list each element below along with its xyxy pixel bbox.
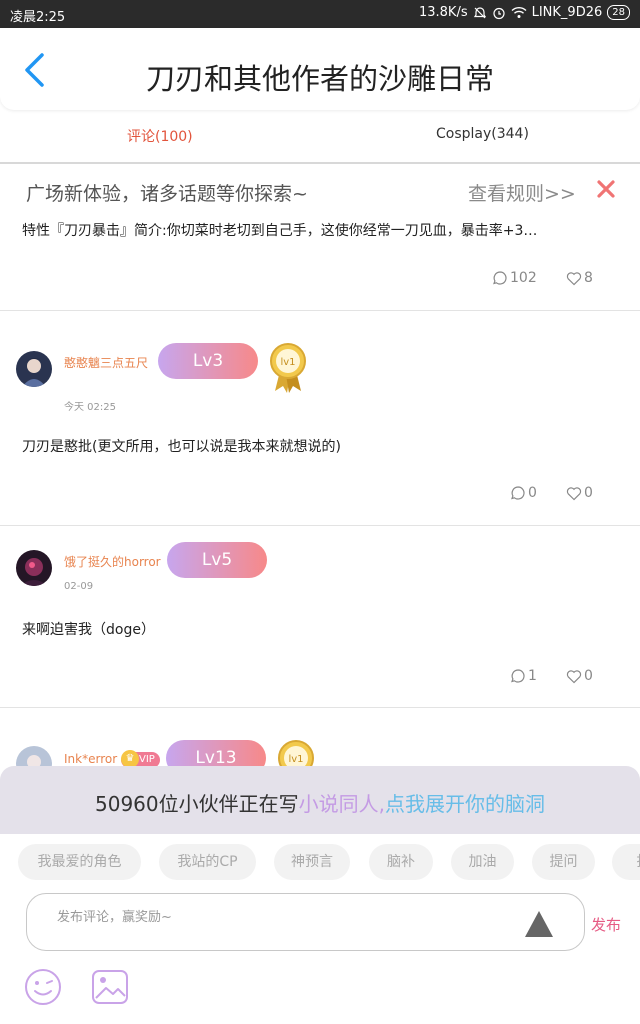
- medal-icon: lv1: [270, 343, 306, 393]
- announcement-title: 广场新体验，诸多话题等你探索~: [26, 183, 308, 205]
- announcement-text: 特性『刀刃暴击』简介:你切菜时老切到自己手，这使你经常一刀见血，暴击率+3…: [22, 223, 538, 239]
- alarm-icon: [493, 7, 505, 19]
- post-item[interactable]: 憨憨魑三点五尺 Lv3 lv1 今天 02:25 刀刃是憨批(更文所用，也可以说…: [0, 311, 640, 526]
- level-badge: Lv3: [158, 343, 258, 379]
- comment-panel: 我最爱的角色 我站的CP 神预言 脑补 加油 提问 投 发布评论，赢奖励~ 发布: [0, 834, 640, 1024]
- like-count-value: 0: [584, 485, 593, 501]
- post-text: 刀刃是憨批(更文所用，也可以说是我本来就想说的): [22, 439, 341, 455]
- avatar[interactable]: [16, 351, 52, 387]
- status-icons: 13.8K/s LINK_9D26 28: [419, 5, 630, 20]
- comment-icon: [511, 486, 525, 500]
- tab-cosplay[interactable]: Cosplay(344): [436, 126, 529, 142]
- like-count-value: 8: [584, 270, 593, 286]
- network-speed: 13.8K/s: [418, 5, 468, 20]
- topic-chip[interactable]: 我站的CP: [159, 844, 256, 880]
- comment-input[interactable]: 发布评论，赢奖励~: [26, 893, 585, 951]
- topic-chip[interactable]: 加油: [451, 844, 514, 880]
- status-time: 凌晨2:25: [10, 10, 66, 25]
- username[interactable]: 憨憨魑三点五尺: [64, 354, 148, 371]
- comment-placeholder: 发布评论，赢奖励~: [57, 910, 172, 925]
- post-text: 来啊迫害我（doge）: [22, 622, 155, 638]
- triangle-icon[interactable]: [524, 910, 554, 938]
- avatar[interactable]: [16, 550, 52, 586]
- promo-highlight: 小说同人,: [298, 792, 385, 816]
- topic-chip[interactable]: 投: [612, 844, 640, 880]
- like-count[interactable]: 0: [566, 668, 593, 684]
- battery-indicator: 28: [607, 5, 630, 20]
- tab-bar: 评论(100) Cosplay(344): [0, 112, 640, 162]
- comment-count[interactable]: 1: [510, 668, 537, 684]
- topic-chip[interactable]: 脑补: [369, 844, 433, 880]
- comment-count-value: 0: [528, 485, 537, 501]
- post-item[interactable]: Ink*error ♛ VIP Lv13 lv1: [0, 708, 640, 782]
- like-count[interactable]: 8: [566, 270, 593, 286]
- emoji-icon[interactable]: [24, 968, 62, 1006]
- image-icon[interactable]: [91, 968, 129, 1006]
- vip-label: VIP: [139, 754, 155, 765]
- comment-count-value: 1: [528, 668, 537, 684]
- status-bar: 凌晨2:25 13.8K/s LINK_9D26 28: [0, 0, 640, 28]
- username[interactable]: Ink*error: [64, 752, 117, 766]
- wifi-name: LINK_9D26: [531, 5, 603, 20]
- mute-icon: [473, 6, 486, 18]
- promo-count-text: 50960位小伙伴正在写: [95, 792, 299, 816]
- heart-icon: [566, 669, 582, 683]
- page-title: 刀刃和其他作者的沙雕日常: [145, 62, 494, 96]
- comment-count[interactable]: 0: [510, 485, 537, 501]
- comment-count-value: 102: [510, 270, 537, 286]
- like-count-value: 0: [584, 668, 593, 684]
- username[interactable]: 饿了挺久的horror: [64, 553, 161, 570]
- topic-chip[interactable]: 提问: [532, 844, 595, 880]
- post-item[interactable]: 饿了挺久的horror Lv5 02-09 来啊迫害我（doge） 1 0: [0, 526, 640, 708]
- promo-banner[interactable]: 50960位小伙伴正在写小说同人,点我展开你的脑洞: [0, 766, 640, 834]
- like-count[interactable]: 0: [566, 485, 593, 501]
- view-rules-link[interactable]: 查看规则>>: [468, 179, 576, 206]
- heart-icon: [566, 486, 582, 500]
- comment-icon: [511, 669, 525, 683]
- comment-icon: [493, 271, 507, 285]
- comment-count[interactable]: 102: [492, 270, 537, 286]
- level-badge: Lv5: [167, 542, 267, 578]
- publish-button[interactable]: 发布: [591, 914, 621, 935]
- post-time: 02-09: [64, 581, 94, 592]
- tab-comments[interactable]: 评论(100): [127, 126, 193, 146]
- close-icon[interactable]: [595, 178, 617, 200]
- topic-chip[interactable]: 神预言: [274, 844, 350, 880]
- post-time: 今天 02:25: [64, 402, 116, 413]
- wifi-icon: [511, 6, 527, 18]
- svg-text:lv1: lv1: [288, 754, 303, 765]
- promo-text: 50960位小伙伴正在写小说同人,点我展开你的脑洞: [0, 788, 640, 817]
- topic-chips: 我最爱的角色 我站的CP 神预言 脑补 加油 提问 投: [0, 842, 640, 882]
- promo-cta: 点我展开你的脑洞: [384, 792, 545, 816]
- svg-text:lv1: lv1: [280, 357, 295, 368]
- app-header: 刀刃和其他作者的沙雕日常: [0, 28, 640, 110]
- topic-chip[interactable]: 我最爱的角色: [18, 844, 141, 880]
- heart-icon: [566, 271, 582, 285]
- announcement-card[interactable]: 广场新体验，诸多话题等你探索~ 查看规则>> 特性『刀刃暴击』简介:你切菜时老切…: [0, 164, 640, 311]
